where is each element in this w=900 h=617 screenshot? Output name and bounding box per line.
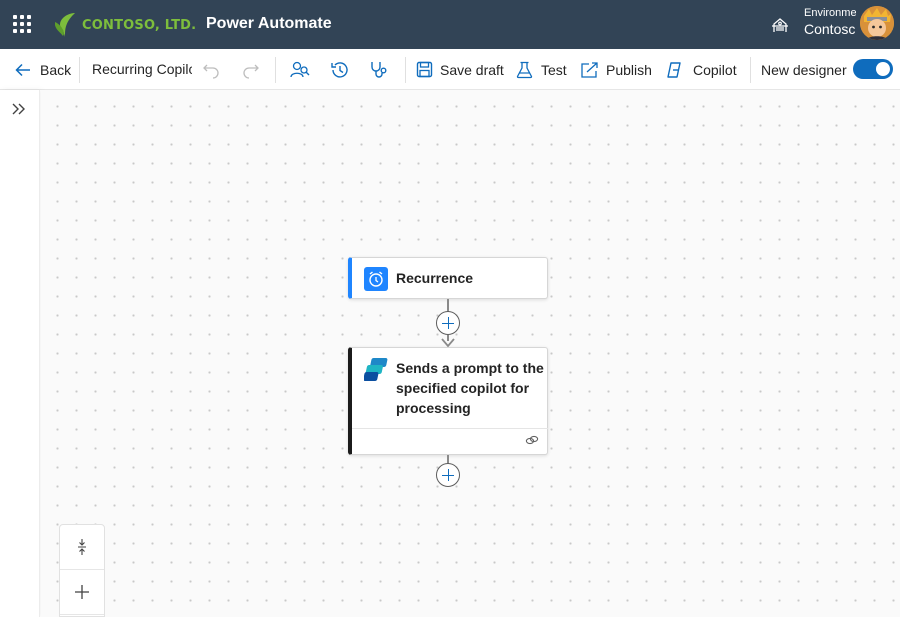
toolbar-divider: [79, 57, 80, 83]
avatar[interactable]: [860, 6, 894, 40]
fit-vertical-icon: [78, 539, 86, 555]
zoom-divider: [60, 614, 104, 615]
save-icon: [416, 61, 433, 78]
publish-button[interactable]: Publish: [580, 49, 652, 90]
step-title-line: specified copilot for: [396, 380, 530, 396]
toolbar-divider: [405, 57, 406, 83]
card-divider: [352, 428, 548, 429]
copilot-label: Copilot: [693, 61, 737, 78]
add-step-button[interactable]: [436, 463, 460, 487]
back-button[interactable]: Back: [14, 49, 71, 90]
environment-label[interactable]: Environme: [804, 7, 856, 19]
flow-health-button[interactable]: [369, 49, 389, 90]
step-title: Sends a prompt to the specified copilot …: [396, 358, 546, 418]
copilot-studio-icon: [364, 358, 388, 381]
new-designer-label: New designer: [761, 61, 847, 78]
zoom-in-button[interactable]: [60, 570, 104, 614]
alarm-clock-icon: [364, 267, 388, 291]
stethoscope-icon: [371, 61, 387, 78]
save-draft-button[interactable]: Save draft: [416, 49, 504, 90]
new-designer-toggle[interactable]: [853, 59, 893, 79]
left-rail: [0, 90, 40, 617]
app-launcher-icon[interactable]: [13, 15, 31, 33]
toolbar-divider: [750, 57, 751, 83]
brand-name: CONTOSO, LTD.: [82, 17, 197, 33]
back-label: Back: [40, 61, 72, 78]
copilot-prompt-action-card[interactable]: Sends a prompt to the specified copilot …: [348, 347, 548, 455]
beaker-icon: [516, 61, 533, 78]
step-title-line: processing: [396, 400, 471, 416]
link-icon[interactable]: [525, 433, 539, 447]
publish-icon: [581, 61, 598, 78]
copilot-button[interactable]: Copilot: [665, 49, 737, 90]
test-button[interactable]: Test: [516, 49, 567, 90]
history-icon: [331, 61, 348, 78]
arrow-left-icon: [15, 63, 30, 76]
insert-step-button[interactable]: [436, 311, 460, 335]
brand-logo[interactable]: CONTOSO, LTD.: [54, 11, 196, 39]
fit-view-button[interactable]: [60, 525, 104, 569]
publish-label: Publish: [606, 61, 652, 78]
save-draft-label: Save draft: [440, 61, 504, 78]
redo-button[interactable]: [242, 49, 260, 90]
environment-name[interactable]: Contosc: [804, 21, 856, 37]
plus-icon: [75, 585, 89, 599]
app-title[interactable]: Power Automate: [206, 15, 332, 33]
environment-icon[interactable]: [771, 16, 789, 34]
app-header: CONTOSO, LTD. Power Automate Environme C…: [0, 0, 900, 49]
step-title: Recurrence: [396, 270, 474, 286]
flow-name[interactable]: Recurring Copilc: [92, 49, 192, 90]
leaf-icon: [55, 13, 75, 37]
undo-button[interactable]: [202, 49, 220, 90]
person-search-icon: [290, 61, 310, 77]
toolbar-divider: [275, 57, 276, 83]
toggle-knob: [876, 62, 890, 76]
step-title-line: Sends a prompt to the: [396, 360, 544, 376]
flow-checker-button[interactable]: [290, 49, 310, 90]
test-label: Test: [541, 61, 567, 78]
redo-icon: [243, 64, 259, 79]
user-avatar-image: [860, 6, 894, 40]
copilot-icon: [667, 61, 681, 78]
version-history-button[interactable]: [330, 49, 350, 90]
expand-chevrons-icon[interactable]: [10, 100, 28, 118]
undo-icon: [203, 64, 219, 79]
canvas-zoom-controls: [59, 524, 105, 617]
recurrence-trigger-card[interactable]: Recurrence: [348, 257, 548, 299]
command-bar: Back Recurring Copilc Save draft Test Pu…: [0, 49, 900, 90]
